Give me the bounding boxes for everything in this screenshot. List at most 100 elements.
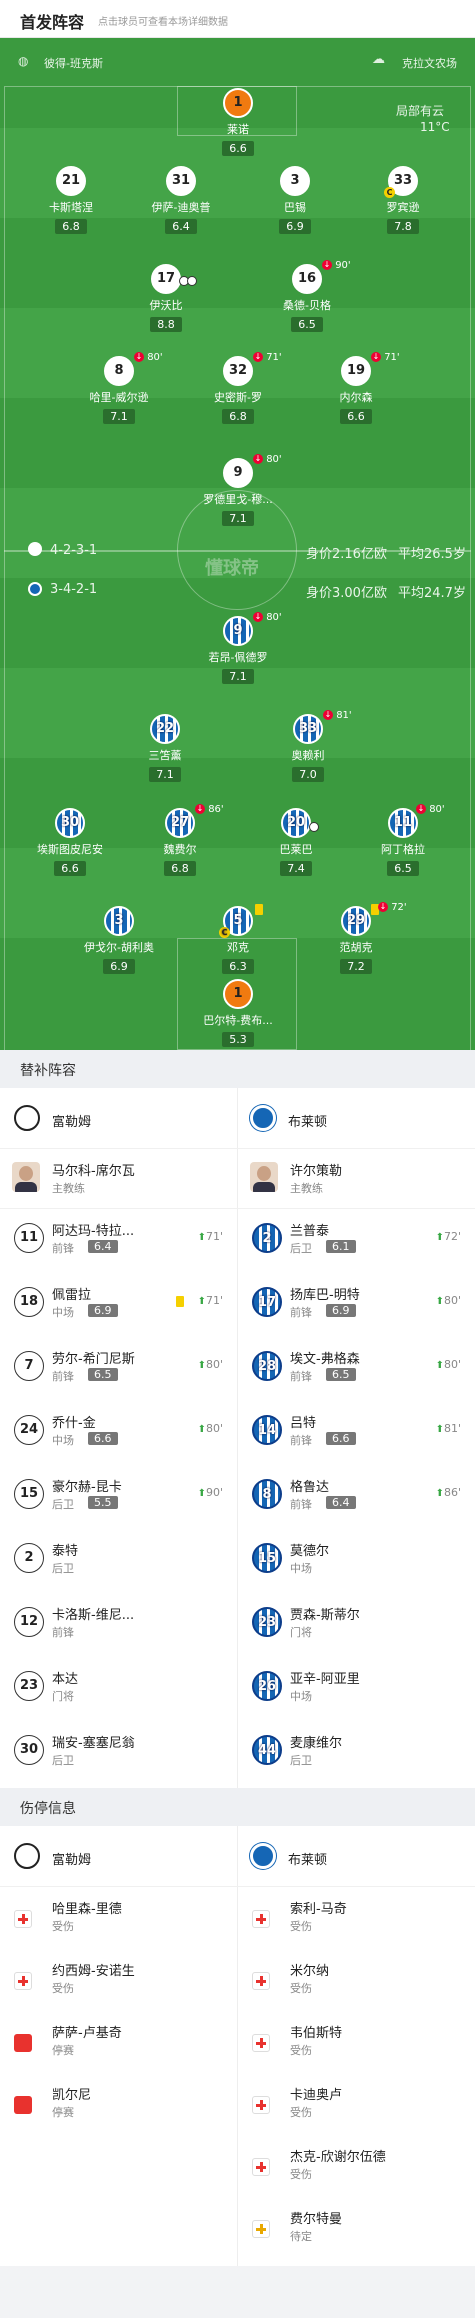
sub-in-icon: ⬆ xyxy=(435,1360,444,1371)
player-card[interactable]: 19 内尔森 6.6 xyxy=(313,356,399,424)
injury-row[interactable]: 凯尔尼 停赛 xyxy=(0,2072,237,2134)
player-card[interactable]: 5 C 邓克 6.3 xyxy=(195,904,281,974)
player-card[interactable]: 20 巴莱巴 7.4 xyxy=(253,808,339,876)
player-card[interactable]: 16 桑德-贝格 6.5 xyxy=(264,264,350,332)
injury-row[interactable]: 杰克-欣谢尔伍德 受伤 xyxy=(238,2134,475,2196)
player-card[interactable]: 1 巴尔特-费布... 5.3 xyxy=(195,979,281,1047)
goal-ball-icon xyxy=(187,276,197,286)
sub-out-event: ↓ 80' xyxy=(253,454,282,465)
jersey-icon: 3 xyxy=(104,906,134,936)
sub-in-icon: ⬆ xyxy=(197,1488,206,1499)
pitch: ◍ 彼得-班克斯 ☁ 克拉文农场 局部有云 11°C 懂球帝 4-2-3-1 身… xyxy=(0,38,475,1050)
sub-player-row[interactable]: 44 麦康维尔 后卫 xyxy=(238,1720,475,1780)
sub-player-row[interactable]: 23 本达 门将 xyxy=(0,1656,237,1716)
sub-player-row[interactable]: 15 莫德尔 中场 xyxy=(238,1528,475,1588)
sub-player-row[interactable]: 26 亚辛-阿亚里 中场 xyxy=(238,1656,475,1716)
sub-player-row[interactable]: 15 豪尔赫-昆卡 后卫 5.5 ⬆90' xyxy=(0,1464,237,1524)
brighton-formation: 3-4-2-1 xyxy=(50,582,98,597)
injury-icon xyxy=(252,2158,270,2176)
sub-in-icon: ⬆ xyxy=(197,1296,206,1307)
sub-player-row[interactable]: 30 瑞安-塞塞尼翁 后卫 xyxy=(0,1720,237,1780)
sub-player-row[interactable]: 8 格鲁达 前锋 6.4 ⬆86' xyxy=(238,1464,475,1524)
sub-out-icon: ↓ xyxy=(378,902,388,912)
injury-icon xyxy=(252,2096,270,2114)
sub-out-event: ↓ 81' xyxy=(323,710,352,721)
sub-out-icon: ↓ xyxy=(253,612,263,622)
player-card[interactable]: 1 莱诺 6.6 xyxy=(195,88,281,156)
player-card[interactable]: 11 阿丁格拉 6.5 xyxy=(360,808,446,876)
away-team-label: 克拉文农场 xyxy=(402,57,457,70)
jersey-icon: 19 xyxy=(341,356,371,386)
player-card[interactable]: 33 奥赖利 7.0 xyxy=(265,714,351,782)
subs-home-team: 富勒姆 xyxy=(52,1115,92,1130)
player-card[interactable]: 29 范胡克 7.2 xyxy=(313,904,399,974)
player-card[interactable]: 22 三笘薰 7.1 xyxy=(122,714,208,782)
sub-player-row[interactable]: 23 贾森-斯蒂尔 门将 xyxy=(238,1592,475,1652)
jersey-icon: 33 xyxy=(293,714,323,744)
venue-icon: ☁ xyxy=(372,52,385,67)
player-card[interactable]: 9 罗德里戈-穆... 7.1 xyxy=(195,458,281,526)
sub-out-icon: ↓ xyxy=(416,804,426,814)
sub-player-row[interactable]: 11 阿达玛-特拉... 前锋 6.4 ⬆71' xyxy=(0,1208,237,1268)
sub-in-icon: ⬆ xyxy=(435,1424,444,1435)
red-card-icon xyxy=(14,2034,32,2052)
subs-away-team: 布莱顿 xyxy=(288,1115,328,1130)
sub-player-row[interactable]: 7 劳尔-希门尼斯 前锋 6.5 ⬆80' xyxy=(0,1336,237,1396)
home-coach[interactable]: 马尔科-席尔瓦 主教练 xyxy=(0,1148,237,1208)
jersey-icon: 1 xyxy=(223,979,253,1009)
brighton-value: 身价3.00亿欧 xyxy=(306,586,387,601)
brighton-avg-age: 平均24.7岁 xyxy=(398,586,466,601)
sub-out-icon: ↓ xyxy=(322,260,332,270)
subs-section-header: 替补阵容 xyxy=(0,1050,475,1088)
player-card[interactable]: 21 卡斯塔涅 6.8 xyxy=(28,166,114,234)
sub-player-row[interactable]: 12 卡洛斯-维尼... 前锋 xyxy=(0,1592,237,1652)
sub-player-row[interactable]: 2 兰普泰 后卫 6.1 ⬆72' xyxy=(238,1208,475,1268)
sub-player-row[interactable]: 28 埃文-弗格森 前锋 6.5 ⬆80' xyxy=(238,1336,475,1396)
injury-title: 伤停信息 xyxy=(20,1801,76,1817)
player-card[interactable]: 32 史密斯-罗 6.8 xyxy=(195,356,281,424)
sub-player-row[interactable]: 18 佩雷拉 中场 6.9 ⬆71' xyxy=(0,1272,237,1332)
player-card[interactable]: 17 伊沃比 8.8 xyxy=(123,264,209,332)
player-card[interactable]: 9 若昂-佩德罗 7.1 xyxy=(195,616,281,684)
injury-icon xyxy=(14,1972,32,1990)
fulham-value: 身价2.16亿欧 xyxy=(306,547,387,562)
sub-in-icon: ⬆ xyxy=(435,1296,444,1307)
yellow-card-icon xyxy=(176,1296,184,1307)
injury-row[interactable]: 韦伯斯特 受伤 xyxy=(238,2010,475,2072)
watermark: 懂球帝 xyxy=(205,558,259,579)
jersey-icon: 21 xyxy=(56,166,86,196)
sub-player-row[interactable]: 2 泰特 后卫 xyxy=(0,1528,237,1588)
player-card[interactable]: 8 哈里-威尔逊 7.1 xyxy=(76,356,162,424)
jersey-icon: 20 xyxy=(281,808,319,838)
injury-row[interactable]: 约西姆-安诺生 受伤 xyxy=(0,1948,237,2010)
player-card[interactable]: 33 C 罗宾逊 7.8 xyxy=(360,166,446,234)
injury-row[interactable]: 哈里森-里德 受伤 xyxy=(0,1886,237,1948)
player-card[interactable]: 27 魏费尔 6.8 xyxy=(137,808,223,876)
jersey-icon: 9 xyxy=(223,616,253,646)
injury-row[interactable]: 萨萨-卢基奇 停赛 xyxy=(0,2010,237,2072)
player-card[interactable]: 30 埃斯图皮尼安 6.6 xyxy=(27,808,113,876)
sub-player-row[interactable]: 14 吕特 前锋 6.6 ⬆81' xyxy=(238,1400,475,1460)
sub-in-icon: ⬆ xyxy=(197,1360,206,1371)
injury-row[interactable]: 索利-马奇 受伤 xyxy=(238,1886,475,1948)
jersey-icon: 16 xyxy=(292,264,322,294)
player-card[interactable]: 31 伊萨-迪奥普 6.4 xyxy=(138,166,224,234)
player-card[interactable]: 3 伊戈尔-胡利奥 6.9 xyxy=(76,906,162,974)
injury-row[interactable]: 费尔特曼 待定 xyxy=(238,2196,475,2258)
sub-player-row[interactable]: 17 扬库巴-明特 前锋 6.9 ⬆80' xyxy=(238,1272,475,1332)
away-coach[interactable]: 许尔策勒 主教练 xyxy=(238,1148,475,1208)
injury-row[interactable]: 卡迪奥卢 受伤 xyxy=(238,2072,475,2134)
brighton-crest-small xyxy=(28,582,42,596)
temperature: 11°C xyxy=(420,120,450,134)
jersey-icon: 33 C xyxy=(384,166,418,198)
sub-out-event: ↓ 86' xyxy=(195,804,224,815)
weather: 局部有云 xyxy=(396,104,445,118)
sub-out-event: ↓ 72' xyxy=(378,902,407,913)
injury-row[interactable]: 米尔纳 受伤 xyxy=(238,1948,475,2010)
player-card[interactable]: 3 巴锡 6.9 xyxy=(252,166,338,234)
sub-out-icon: ↓ xyxy=(195,804,205,814)
sub-in-icon: ⬆ xyxy=(197,1232,206,1243)
sub-player-row[interactable]: 24 乔什-金 中场 6.6 ⬆80' xyxy=(0,1400,237,1460)
jersey-icon: 11 xyxy=(388,808,418,838)
stadium-icon: ◍ xyxy=(18,54,29,68)
